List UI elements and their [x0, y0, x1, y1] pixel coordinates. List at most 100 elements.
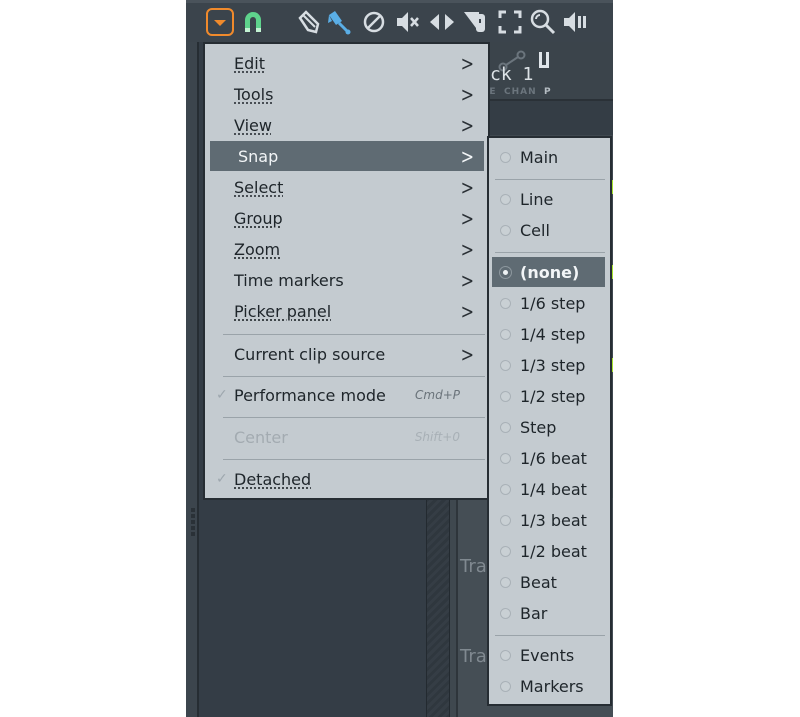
menu-item-zoom[interactable]: Zoom > [210, 234, 484, 264]
menu-item-snap[interactable]: Snap > [210, 141, 484, 171]
snap-option-1-3-step[interactable]: 1/3 step [492, 350, 605, 380]
menu-item-performance-mode[interactable]: ✓ Performance mode Cmd+P [210, 380, 484, 410]
snap-option-label: (none) [520, 262, 580, 282]
radio-icon [500, 224, 511, 236]
drag-grip-dot[interactable] [191, 508, 195, 512]
menu-item-tools[interactable]: Tools > [210, 79, 484, 109]
snap-option-1-3-beat[interactable]: 1/3 beat [492, 505, 605, 535]
menu-item-current-clip-source[interactable]: Current clip source > [210, 339, 484, 369]
slip-icon[interactable] [429, 12, 455, 38]
drag-grip-dot[interactable] [191, 520, 195, 524]
shortcut-label: Cmd+P [415, 388, 460, 402]
snap-submenu: Main Line Cell (none) 1/6 step 1/4 step … [487, 136, 612, 706]
radio-icon [500, 193, 511, 205]
checkmark-icon: ✓ [216, 471, 228, 487]
snap-option-1-2-step[interactable]: 1/2 step [492, 381, 605, 411]
snap-option-1-4-beat[interactable]: 1/4 beat [492, 474, 605, 504]
menu-item-view[interactable]: View > [210, 110, 484, 140]
pattern-icon[interactable] [539, 52, 549, 68]
shortcut-label: Shift+0 [414, 430, 460, 444]
mute-icon[interactable] [395, 10, 421, 36]
radio-selected-icon [500, 266, 511, 278]
menu-item-label: Zoom [234, 239, 281, 259]
snap-option-none[interactable]: (none) [492, 257, 605, 287]
radio-icon [500, 452, 511, 464]
pencil-icon[interactable] [296, 10, 320, 36]
snap-option-markers[interactable]: Markers [492, 671, 605, 701]
snap-option-label: 1/3 step [520, 355, 586, 375]
scroll-gutter [426, 498, 450, 717]
track-title: ck 1 [490, 64, 534, 85]
menu-item-picker-panel[interactable]: Picker panel > [210, 296, 484, 326]
menu-item-select[interactable]: Select > [210, 172, 484, 202]
menu-item-label: Time markers [234, 270, 344, 290]
drag-grip-dot[interactable] [191, 526, 195, 530]
magnet-snap-icon[interactable] [242, 10, 264, 36]
menu-item-label: Select [234, 177, 284, 197]
drag-grip-dot[interactable] [191, 514, 195, 518]
snap-option-label: Line [520, 189, 554, 209]
menu-item-time-markers[interactable]: Time markers > [210, 265, 484, 295]
playback-icon[interactable] [562, 10, 588, 36]
snap-option-label: 1/2 step [520, 386, 586, 406]
snap-option-1-6-beat[interactable]: 1/6 beat [492, 443, 605, 473]
snap-option-beat[interactable]: Beat [492, 567, 605, 597]
snap-option-label: Step [520, 417, 557, 437]
snap-option-bar[interactable]: Bar [492, 598, 605, 628]
menu-item-label: Tools [234, 84, 274, 104]
menu-item-detached[interactable]: ✓ Detached [210, 464, 484, 494]
snap-option-label: 1/3 beat [520, 510, 587, 530]
menu-separator [223, 459, 485, 460]
checkmark-icon: ✓ [216, 387, 228, 403]
chevron-right-icon: > [460, 298, 474, 324]
snap-option-main[interactable]: Main [492, 142, 605, 172]
snap-option-label: Bar [520, 603, 548, 623]
menu-separator [223, 334, 485, 335]
snap-option-step[interactable]: Step [492, 412, 605, 442]
radio-icon [500, 328, 511, 340]
paint-brush-icon[interactable] [326, 9, 352, 35]
pattern-label: P [544, 87, 552, 97]
snap-option-1-2-beat[interactable]: 1/2 beat [492, 536, 605, 566]
dropdown-arrow-icon [214, 20, 226, 26]
chevron-right-icon: > [460, 236, 474, 262]
chevron-right-icon: > [460, 174, 474, 200]
radio-icon [500, 421, 511, 433]
menu-separator [495, 635, 605, 636]
menu-item-label: Center [234, 427, 288, 447]
zoom-icon[interactable] [530, 9, 556, 35]
radio-icon [500, 680, 511, 692]
snap-option-line[interactable]: Line [492, 184, 605, 214]
radio-icon [500, 607, 511, 619]
radio-icon [500, 576, 511, 588]
radio-icon [500, 297, 511, 309]
menu-item-label: Picker panel [234, 301, 332, 321]
drag-grip-dot[interactable] [191, 532, 195, 536]
chevron-right-icon: > [460, 81, 474, 107]
chevron-right-icon: > [460, 267, 474, 293]
menu-dropdown-button[interactable] [206, 8, 234, 36]
snap-option-events[interactable]: Events [492, 640, 605, 670]
snap-option-label: 1/4 step [520, 324, 586, 344]
chan-label: CHAN [504, 87, 537, 97]
snap-option-label: Main [520, 147, 559, 167]
radio-icon [500, 545, 511, 557]
snap-option-1-6-step[interactable]: 1/6 step [492, 288, 605, 318]
snap-option-label: Beat [520, 572, 557, 592]
menu-item-group[interactable]: Group > [210, 203, 484, 233]
menu-item-label: Group [234, 208, 283, 228]
snap-option-1-4-step[interactable]: 1/4 step [492, 319, 605, 349]
track-label: Tra [460, 556, 487, 577]
snap-option-cell[interactable]: Cell [492, 215, 605, 245]
delete-icon[interactable] [363, 11, 385, 37]
snap-option-label: Events [520, 645, 575, 665]
menu-separator [223, 417, 485, 418]
chevron-right-icon: > [460, 205, 474, 231]
menu-separator [495, 179, 605, 180]
select-icon[interactable] [498, 10, 522, 36]
chevron-right-icon: > [460, 341, 474, 367]
menu-item-label: View [234, 115, 272, 135]
menu-item-label: Snap [238, 146, 279, 166]
menu-item-edit[interactable]: Edit > [210, 48, 484, 78]
slice-icon[interactable] [463, 10, 487, 36]
